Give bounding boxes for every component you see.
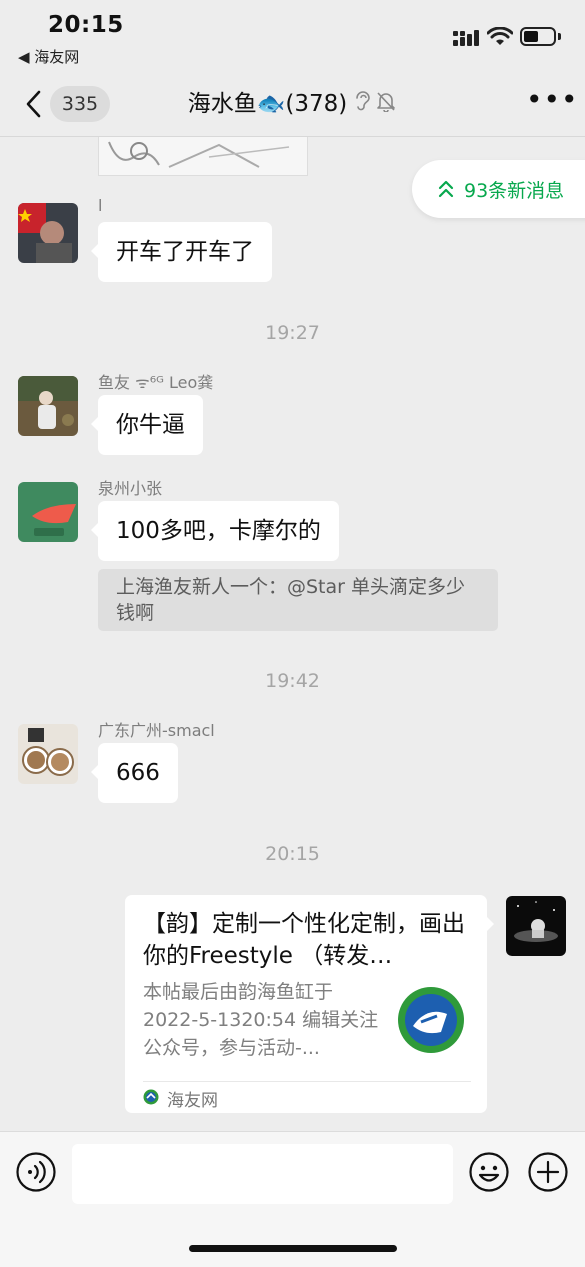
new-messages-button[interactable]: 93条新消息 [412, 160, 585, 218]
more-icon[interactable]: ••• [526, 86, 578, 114]
link-card-divider [143, 1081, 471, 1082]
cellular-signal-icon [453, 30, 479, 46]
link-card-description: 本帖最后由韵海鱼缸于 2022-5-1320:54 编辑关注公众号，参与活动-.… [143, 981, 379, 1059]
sender-name: l [98, 196, 103, 215]
new-messages-label: 93条新消息 [464, 180, 565, 202]
title-status-icons [353, 87, 397, 123]
sender-name: 泉州小张 [98, 479, 163, 498]
timestamp: 19:42 [265, 670, 320, 692]
ear-icon [356, 90, 371, 110]
back-to-app-link[interactable]: ◀ 海友网 [18, 46, 79, 67]
avatar-image [18, 482, 78, 542]
avatar[interactable] [18, 724, 78, 784]
avatar-image [18, 376, 78, 436]
link-card-thumbnail [398, 987, 464, 1053]
sketch-image [108, 141, 290, 168]
sender-name: 广东广州-smacl [98, 721, 215, 740]
my-avatar[interactable] [506, 896, 566, 956]
double-chevron-up-icon [438, 180, 454, 198]
avatar[interactable] [18, 203, 78, 263]
sender-name: 鱼友 ᯤ⁶ᴳ Leo龚 [98, 373, 214, 392]
plus-icon[interactable] [528, 1152, 568, 1192]
message-bubble[interactable]: 你牛逼 [91, 395, 203, 455]
avatar-image [18, 724, 78, 784]
battery-tip [558, 33, 561, 40]
source-logo-icon [143, 1089, 159, 1105]
chat-title[interactable]: 海水鱼🐟(378) [188, 86, 347, 122]
timestamp: 20:15 [265, 843, 320, 865]
status-time: 20:15 [48, 12, 124, 38]
image-message-peek[interactable] [98, 137, 308, 176]
wifi-icon [487, 27, 513, 45]
timestamp: 19:27 [265, 322, 320, 344]
emoji-icon[interactable] [469, 1152, 509, 1192]
link-card[interactable]: 【韵】定制一个性化定制，画出你的Freestyle （转发… 本帖最后由韵海鱼缸… [125, 895, 494, 1113]
quoted-message[interactable]: 上海渔友新人一个：@Star 单头滴定多少钱啊 [98, 569, 498, 631]
message-bubble[interactable]: 开车了开车了 [91, 222, 272, 282]
message-input[interactable] [72, 1144, 453, 1204]
link-card-title: 【韵】定制一个性化定制，画出你的Freestyle （转发… [143, 911, 465, 969]
avatar-image [506, 896, 566, 956]
avatar[interactable] [18, 376, 78, 436]
home-indicator [189, 1245, 397, 1252]
bell-off-icon [377, 91, 396, 113]
voice-icon[interactable] [16, 1152, 56, 1192]
link-card-source: 海友网 [167, 1091, 218, 1111]
battery-icon [520, 27, 556, 46]
input-toolbar [0, 1131, 585, 1267]
battery-level [524, 31, 538, 42]
avatar-image [18, 203, 78, 263]
avatar[interactable] [18, 482, 78, 542]
chat-title-bar: 海水鱼🐟(378) [0, 86, 585, 123]
message-bubble[interactable]: 100多吧，卡摩尔的 [91, 501, 339, 561]
message-bubble[interactable]: 666 [91, 743, 178, 803]
